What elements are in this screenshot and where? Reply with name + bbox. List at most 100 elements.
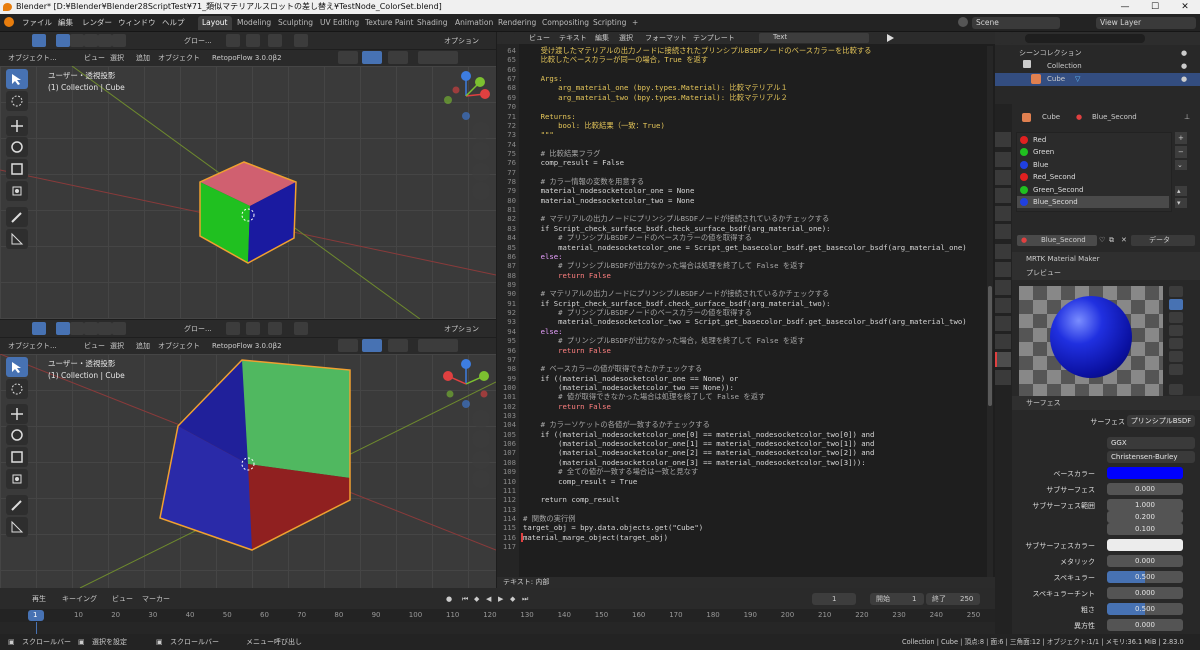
move-slot-up-button[interactable]: ▴ bbox=[1175, 186, 1187, 196]
menu-select[interactable]: 選択 bbox=[110, 340, 124, 352]
material-slot[interactable]: Green bbox=[1017, 146, 1169, 158]
menu-window[interactable]: ウィンドウ bbox=[118, 17, 156, 29]
select-box-icon[interactable] bbox=[32, 34, 46, 47]
metallic-field[interactable]: 0.000 bbox=[1107, 555, 1183, 567]
tab-scripting[interactable]: Scripting bbox=[589, 16, 630, 30]
object-icon[interactable] bbox=[995, 244, 1011, 259]
base-color-swatch[interactable] bbox=[1107, 467, 1183, 479]
code-line[interactable]: comp_result = True bbox=[523, 477, 637, 486]
menu-select[interactable]: 選択 bbox=[110, 52, 124, 64]
next-key-icon[interactable]: ◆ bbox=[510, 593, 515, 605]
code-line[interactable]: (material_nodesocketcolor_one[3] == mate… bbox=[523, 458, 866, 467]
menu-templates[interactable]: テンプレート bbox=[693, 32, 735, 44]
menu-playback[interactable]: 再生 bbox=[32, 593, 46, 605]
material-slot[interactable]: Red bbox=[1017, 134, 1169, 146]
play-reverse-icon[interactable]: ◀ bbox=[486, 593, 491, 605]
code-line[interactable]: # マテリアルの出力ノードにプリンシプルBSDFノードが接続されているかチェック… bbox=[523, 289, 830, 298]
link-dropdown[interactable]: データ bbox=[1131, 235, 1195, 246]
select-invert-icon[interactable] bbox=[98, 34, 112, 47]
select-subtract-icon[interactable] bbox=[84, 34, 98, 47]
tool-select[interactable] bbox=[6, 357, 28, 377]
radius-z-field[interactable]: 0.100 bbox=[1107, 523, 1183, 535]
tab-rendering[interactable]: Rendering bbox=[494, 16, 540, 30]
preview-hair-icon[interactable] bbox=[1169, 325, 1183, 336]
slot-specials-button[interactable]: ⌄ bbox=[1175, 160, 1187, 170]
code-line[interactable]: # 値が取得できなかった場合は処理を終了して False を返す bbox=[523, 392, 765, 401]
tab-compositing[interactable]: Compositing bbox=[538, 16, 593, 30]
physics-icon[interactable] bbox=[995, 298, 1011, 313]
code-line[interactable]: # カラーソケットの各値が一致するかチェックする bbox=[523, 420, 710, 429]
code-line[interactable]: material_nodesocketcolor_two = Script_ge… bbox=[523, 317, 967, 326]
distribution-dropdown[interactable]: GGX bbox=[1107, 437, 1195, 449]
add-workspace-button[interactable]: + bbox=[628, 16, 642, 30]
options-dropdown[interactable]: オプション bbox=[444, 323, 479, 335]
properties-editor[interactable]: Cube ● Blue_Second ⊥ Red Green Blue Red_Sec… bbox=[995, 104, 1200, 634]
code-line[interactable]: bool: 比較結果（一致：True) bbox=[523, 121, 665, 130]
retopoflow-menu[interactable]: RetopoFlow 3.0.0β2 bbox=[212, 340, 282, 352]
constraint-icon[interactable] bbox=[995, 316, 1011, 331]
code-line[interactable]: return False bbox=[523, 402, 611, 411]
particles-icon[interactable] bbox=[995, 280, 1011, 295]
jump-end-icon[interactable]: ⏭ bbox=[522, 593, 528, 605]
menu-file[interactable]: ファイル bbox=[22, 17, 52, 29]
material-slot[interactable]: Blue_Second bbox=[1017, 196, 1169, 208]
tool-rotate[interactable] bbox=[6, 137, 28, 157]
prev-key-icon[interactable]: ◆ bbox=[474, 593, 479, 605]
visibility-icon[interactable] bbox=[338, 339, 358, 352]
pivot-icon[interactable] bbox=[226, 322, 240, 335]
material-slot[interactable]: Blue bbox=[1017, 159, 1169, 171]
tool-measure[interactable] bbox=[6, 517, 28, 537]
tool-select[interactable] bbox=[6, 69, 28, 89]
select-new-icon[interactable] bbox=[56, 34, 70, 47]
editor-type-icon[interactable] bbox=[4, 322, 18, 335]
shading-modes-icon[interactable] bbox=[418, 51, 458, 64]
code-line[interactable]: # プリンシプルBSDFが出力なかった場合，処理を終了して False を返す bbox=[523, 336, 805, 345]
proportional-edit-icon[interactable] bbox=[268, 322, 282, 335]
select-extend-icon[interactable] bbox=[70, 34, 84, 47]
grid-icon[interactable] bbox=[472, 470, 490, 488]
start-frame-field[interactable]: 開始 1 bbox=[870, 593, 924, 605]
preview-sky-icon[interactable] bbox=[1169, 364, 1183, 375]
code-line[interactable]: return False bbox=[523, 346, 611, 355]
orientation-dropdown[interactable]: グロー... bbox=[184, 323, 212, 335]
text-editor[interactable]: ビュー テキスト 編集 選択 フォーマット テンプレート Text 64 65 66… bbox=[497, 32, 995, 588]
select-intersect-icon[interactable] bbox=[112, 34, 126, 47]
menu-text[interactable]: テキスト bbox=[559, 32, 587, 44]
record-icon[interactable]: ● bbox=[446, 593, 452, 605]
code-line[interactable]: comp_result = False bbox=[523, 158, 624, 167]
shading-modes-icon[interactable] bbox=[418, 339, 458, 352]
collection-checkbox[interactable] bbox=[1023, 60, 1031, 68]
tab-modeling[interactable]: Modeling bbox=[233, 16, 275, 30]
scene-icon[interactable] bbox=[995, 206, 1011, 221]
remove-slot-button[interactable]: − bbox=[1175, 146, 1187, 158]
viewport-bottom[interactable]: グロー... オプション オブジェクト... ビュー 選択 追加 オブジェクト … bbox=[0, 320, 496, 588]
code-line[interactable]: if ((material_nodesocketcolor_one == Non… bbox=[523, 374, 739, 383]
hand-icon[interactable] bbox=[472, 430, 490, 448]
code-line[interactable]: return comp_result bbox=[523, 495, 620, 504]
editor-type-icon[interactable] bbox=[4, 34, 18, 47]
code-line[interactable]: # マテリアルの出力ノードにプリンシプルBSDFノードが接続されているかチェック… bbox=[523, 214, 830, 223]
code-line[interactable]: 受け渡したマテリアルの出力ノードに接続されたプリンシプルBSDFノードのベースカ… bbox=[523, 46, 872, 55]
material-datablock-selector[interactable]: ● Blue_Second bbox=[1017, 235, 1097, 246]
subsurface-field[interactable]: 0.000 bbox=[1107, 483, 1183, 495]
menu-edit[interactable]: 編集 bbox=[58, 17, 73, 29]
camera-icon[interactable] bbox=[472, 451, 490, 469]
code-line[interactable]: # 比較結果フラグ bbox=[523, 149, 601, 158]
code-line[interactable]: 比較したベースカラーが同一の場合，True を返す bbox=[523, 55, 709, 64]
select-subtract-icon[interactable] bbox=[84, 322, 98, 335]
material-slot[interactable]: Green_Second bbox=[1017, 184, 1169, 196]
eye-icon[interactable]: ● bbox=[1181, 47, 1187, 59]
menu-edit[interactable]: 編集 bbox=[595, 32, 609, 44]
pin-icon[interactable]: ⊥ bbox=[1184, 111, 1190, 123]
menu-view[interactable]: ビュー bbox=[112, 593, 133, 605]
tool-scale[interactable] bbox=[6, 159, 28, 179]
code-line[interactable]: # ベースカラーの値が取得できたかチェックする bbox=[523, 364, 703, 373]
editor-type-icon[interactable] bbox=[999, 32, 1013, 44]
blender-menu-icon[interactable] bbox=[4, 17, 14, 27]
code-line[interactable]: (material_nodesocketcolor_one[2] == mate… bbox=[523, 448, 874, 457]
select-new-icon[interactable] bbox=[56, 322, 70, 335]
code-line[interactable]: else: bbox=[523, 252, 563, 261]
view-layer-icon[interactable] bbox=[995, 188, 1011, 203]
code-line[interactable]: Args: bbox=[523, 74, 563, 83]
code-line[interactable]: material_nodesocketcolor_one = None bbox=[523, 186, 695, 195]
